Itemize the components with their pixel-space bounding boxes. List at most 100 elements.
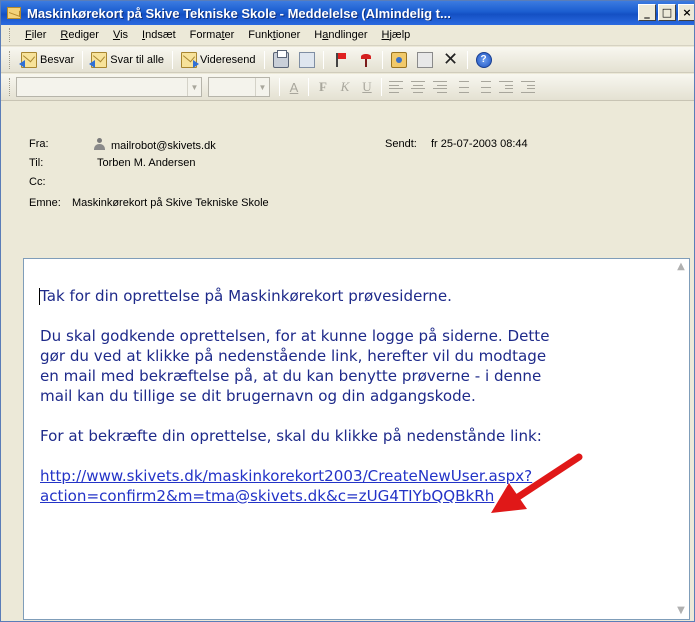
message-header: Fra: mailrobot@skivets.dk Sendt: fr 25-0… <box>1 102 694 254</box>
toolbar-grip[interactable] <box>9 28 12 42</box>
to-value[interactable]: Torben M. Andersen <box>97 157 195 169</box>
bold-button[interactable]: F <box>312 77 334 97</box>
toolbar-separator <box>172 50 174 69</box>
subject-row: Emne: Maskinkørekort på Skive Tekniske S… <box>29 197 269 209</box>
menu-insert-post: ndsæt <box>145 29 176 41</box>
font-name-select[interactable]: ▼ <box>16 77 202 97</box>
italic-icon: K <box>340 79 350 94</box>
from-label: Fra: <box>29 138 49 150</box>
sent-value: fr 25-07-2003 08:44 <box>431 138 528 150</box>
menu-help-post: jælp <box>389 29 411 41</box>
menu-file-accel: F <box>25 29 32 41</box>
chevron-down-icon: ▼ <box>187 78 201 96</box>
menu-edit-post: ediger <box>68 29 99 41</box>
body-paragraph-2-line-3: en mail med bekræftelse på, at du kan be… <box>40 367 542 385</box>
menu-tools[interactable]: Funktioner <box>241 29 307 41</box>
menu-format[interactable]: Formater <box>183 29 242 41</box>
align-left-button[interactable] <box>385 77 407 97</box>
decrease-indent-button[interactable] <box>495 77 517 97</box>
menu-file[interactable]: Filer <box>18 29 53 41</box>
maximize-button[interactable]: □ <box>658 4 676 21</box>
increase-indent-button[interactable] <box>517 77 539 97</box>
delete-button[interactable]: ✕ <box>438 49 464 71</box>
print-button[interactable] <box>268 49 294 71</box>
chevron-down-icon: ▼ <box>255 78 269 96</box>
align-right-icon <box>433 81 447 93</box>
reply-button[interactable]: Besvar <box>16 49 79 71</box>
menu-format-pre: Forma <box>189 29 222 41</box>
copy-icon <box>298 51 315 68</box>
bold-icon: F <box>319 79 327 94</box>
body-paragraph-2-line-4: mail kan du tillige se dit brugernavn og… <box>40 387 476 405</box>
print-icon <box>272 49 289 68</box>
confirmation-link-line-2[interactable]: action=confirm2&m=tma@skivets.dk&c=zUG4T… <box>40 486 680 506</box>
from-address: mailrobot@skivets.dk <box>111 140 216 152</box>
menu-edit[interactable]: Rediger <box>53 29 106 41</box>
font-color-button[interactable]: A <box>283 77 305 97</box>
formatting-toolbar: ▼ ▼ A F K U <box>1 74 694 101</box>
message-envelope-icon <box>7 7 21 19</box>
message-text: Tak for din oprettelse på Maskinkørekort… <box>40 286 680 506</box>
menu-actions[interactable]: Handlinger <box>307 29 374 41</box>
toolbar-grip[interactable] <box>9 78 12 96</box>
underline-button[interactable]: U <box>356 77 378 97</box>
menu-help[interactable]: Hjælp <box>375 29 418 41</box>
menu-file-post: iler <box>31 29 47 41</box>
scroll-down-arrow-icon[interactable]: ▼ <box>673 603 689 619</box>
menu-insert[interactable]: Indsæt <box>135 29 183 41</box>
from-value[interactable]: mailrobot@skivets.dk <box>93 138 385 152</box>
toolbar-separator <box>308 78 309 96</box>
scroll-up-arrow-icon[interactable]: ▲ <box>673 259 689 275</box>
menu-tools-pre: Funk <box>248 29 273 41</box>
increase-indent-icon <box>521 81 535 93</box>
reply-label: Besvar <box>40 53 75 66</box>
confirmation-link[interactable]: http://www.skivets.dk/maskinkorekort2003… <box>40 466 680 506</box>
italic-button[interactable]: K <box>334 77 356 97</box>
bullets-button[interactable] <box>451 77 473 97</box>
toolbar-separator <box>279 78 280 96</box>
align-center-icon <box>411 81 425 93</box>
menu-bar: Filer Rediger Vis Indsæt Formater Funkti… <box>1 25 694 46</box>
window-controls: _ □ × <box>638 4 694 21</box>
toolbar-separator <box>466 50 468 69</box>
move-button[interactable] <box>412 49 438 71</box>
from-row: Fra: mailrobot@skivets.dk Sendt: fr 25-0… <box>29 138 528 152</box>
align-right-button[interactable] <box>429 77 451 97</box>
toolbar-separator <box>263 50 265 69</box>
standard-toolbar: Besvar Svar til alle Videresend ✕ ? <box>1 47 694 73</box>
help-button[interactable]: ? <box>471 49 497 71</box>
title-bar[interactable]: Maskinkørekort på Skive Tekniske Skole -… <box>1 1 694 25</box>
body-paragraph-2-line-1: Du skal godkende oprettelsen, for at kun… <box>40 327 550 345</box>
cc-row: Cc: <box>29 176 71 188</box>
address-book-icon <box>390 51 407 68</box>
font-color-icon: A <box>289 79 299 95</box>
close-button[interactable]: × <box>678 4 694 21</box>
toolbar-grip[interactable] <box>9 50 12 69</box>
cc-label: Cc: <box>29 176 46 188</box>
subject-label: Emne: <box>29 197 61 209</box>
mark-button[interactable] <box>353 49 379 71</box>
copy-button[interactable] <box>294 49 320 71</box>
window-title: Maskinkørekort på Skive Tekniske Skole -… <box>27 5 451 21</box>
move-icon <box>416 51 433 68</box>
numbering-button[interactable] <box>473 77 495 97</box>
address-book-button[interactable] <box>386 49 412 71</box>
confirmation-link-line-1[interactable]: http://www.skivets.dk/maskinkorekort2003… <box>40 466 680 486</box>
minimize-button[interactable]: _ <box>638 4 656 21</box>
forward-label: Videresend <box>200 53 256 66</box>
reply-icon <box>19 51 37 68</box>
to-label: Til: <box>29 157 44 169</box>
follow-up-button[interactable] <box>327 49 353 71</box>
font-size-select[interactable]: ▼ <box>208 77 270 97</box>
subject-value: Maskinkørekort på Skive Tekniske Skole <box>72 197 269 209</box>
reply-all-button[interactable]: Svar til alle <box>86 49 169 71</box>
decrease-indent-icon <box>499 81 513 93</box>
align-center-button[interactable] <box>407 77 429 97</box>
reply-all-label: Svar til alle <box>110 53 165 66</box>
forward-icon <box>181 51 200 68</box>
menu-view-accel: V <box>112 29 121 41</box>
message-body[interactable]: ▲ Tak for din oprettelse på Maskinkøreko… <box>23 258 690 620</box>
forward-button[interactable]: Videresend <box>176 49 260 71</box>
body-paragraph-2-line-2: gør du ved at klikke på nedenstående lin… <box>40 347 547 365</box>
menu-view[interactable]: Vis <box>106 29 135 41</box>
